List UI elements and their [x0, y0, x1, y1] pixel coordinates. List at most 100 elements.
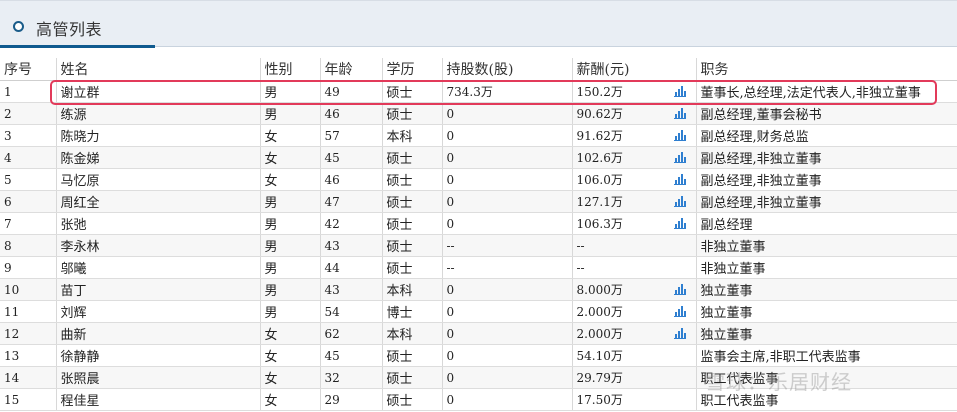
- bar-chart-icon[interactable]: [673, 130, 686, 141]
- row-shares: 0: [442, 190, 573, 213]
- row-name[interactable]: 曲新: [56, 322, 261, 345]
- row-education: 硕士: [382, 366, 443, 389]
- row-age: 43: [320, 234, 383, 257]
- row-age: 47: [320, 190, 383, 213]
- bar-chart-icon[interactable]: [673, 108, 686, 119]
- salary-value: 90.62万: [576, 107, 623, 121]
- row-age: 45: [320, 146, 383, 169]
- row-salary: 29.79万: [572, 366, 697, 389]
- table-row: 4 陈金娣女 45 硕士 0 102.6万 副总经理,非独立董事: [0, 146, 957, 169]
- row-salary: 8.000万: [572, 278, 697, 301]
- row-age: 62: [320, 322, 383, 345]
- bar-chart-icon[interactable]: [673, 284, 686, 295]
- row-age: 43: [320, 278, 383, 301]
- bar-chart-icon[interactable]: [673, 86, 686, 97]
- col-header-age[interactable]: 年龄: [320, 58, 383, 81]
- row-age: 57: [320, 124, 383, 147]
- row-education: 硕士: [382, 146, 443, 169]
- row-shares: 734.3万: [442, 80, 573, 103]
- row-name[interactable]: 周红全: [56, 190, 261, 213]
- table-row: 9 邬曦男 44 硕士 -- -- 非独立董事: [0, 256, 957, 279]
- row-salary: --: [572, 234, 697, 257]
- row-name[interactable]: 刘辉: [56, 300, 261, 323]
- row-shares: 0: [442, 146, 573, 169]
- salary-value: --: [576, 238, 585, 253]
- row-number: 5: [0, 168, 57, 191]
- row-gender: 男: [260, 102, 321, 125]
- bar-chart-icon[interactable]: [673, 306, 686, 317]
- col-header-position[interactable]: 职务: [696, 58, 957, 81]
- row-education: 本科: [382, 278, 443, 301]
- row-name[interactable]: 徐静静: [56, 344, 261, 367]
- row-number: 9: [0, 256, 57, 279]
- col-header-gender[interactable]: 性别: [260, 58, 321, 81]
- bar-chart-icon[interactable]: [673, 174, 686, 185]
- row-name[interactable]: 苗丁: [56, 278, 261, 301]
- table-row: 10 苗丁男 43 本科 0 8.000万 独立董事: [0, 278, 957, 301]
- row-number: 6: [0, 190, 57, 213]
- table-row: 2 练源男 46 硕士 0 90.62万 副总经理,董事会秘书: [0, 102, 957, 125]
- row-position: 副总经理,财务总监: [696, 124, 957, 147]
- row-age: 49: [320, 80, 383, 103]
- col-header-education[interactable]: 学历: [382, 58, 443, 81]
- row-name[interactable]: 练源: [56, 102, 261, 125]
- row-education: 硕士: [382, 80, 443, 103]
- row-position: 非独立董事: [696, 256, 957, 279]
- row-name[interactable]: 程佳星: [56, 388, 261, 411]
- row-salary: 17.50万: [572, 388, 697, 411]
- row-age: 42: [320, 212, 383, 235]
- row-shares: 0: [442, 366, 573, 389]
- row-name[interactable]: 邬曦: [56, 256, 261, 279]
- bar-chart-icon[interactable]: [673, 152, 686, 163]
- row-gender: 男: [260, 234, 321, 257]
- row-gender: 女: [260, 344, 321, 367]
- row-gender: 男: [260, 80, 321, 103]
- bar-chart-icon[interactable]: [673, 218, 686, 229]
- watermark: 雪球：乐居财经: [705, 370, 852, 394]
- row-name[interactable]: 张弛: [56, 212, 261, 235]
- table-row: 5 马忆原女 46 硕士 0 106.0万 副总经理,非独立董事: [0, 168, 957, 191]
- salary-value: 106.3万: [576, 217, 623, 231]
- salary-value: 150.2万: [576, 85, 623, 99]
- salary-value: 106.0万: [576, 173, 623, 187]
- row-education: 硕士: [382, 102, 443, 125]
- bar-chart-icon[interactable]: [673, 196, 686, 207]
- row-number: 11: [0, 300, 57, 323]
- bar-chart-icon[interactable]: [673, 328, 686, 339]
- header-accent-bar: [0, 45, 155, 48]
- row-age: 45: [320, 344, 383, 367]
- row-name[interactable]: 马忆原: [56, 168, 261, 191]
- col-header-no[interactable]: 序号: [0, 58, 57, 81]
- row-gender: 女: [260, 322, 321, 345]
- col-header-shares[interactable]: 持股数(股): [442, 58, 573, 81]
- row-age: 46: [320, 168, 383, 191]
- row-position: 独立董事: [696, 300, 957, 323]
- table-row: 3 陈晓力女 57 本科 0 91.62万 副总经理,财务总监: [0, 124, 957, 147]
- row-education: 本科: [382, 124, 443, 147]
- row-name[interactable]: 李永林: [56, 234, 261, 257]
- row-education: 硕士: [382, 344, 443, 367]
- row-salary: 150.2万: [572, 80, 697, 103]
- row-gender: 男: [260, 278, 321, 301]
- row-name[interactable]: 谢立群: [56, 80, 261, 103]
- row-position: 副总经理,非独立董事: [696, 168, 957, 191]
- table-row: 12 曲新女 62 本科 0 2.000万 独立董事: [0, 322, 957, 345]
- row-age: 29: [320, 388, 383, 411]
- row-name[interactable]: 张照晨: [56, 366, 261, 389]
- row-gender: 女: [260, 366, 321, 389]
- row-name[interactable]: 陈金娣: [56, 146, 261, 169]
- row-age: 32: [320, 366, 383, 389]
- row-position: 监事会主席,非职工代表监事: [696, 344, 957, 367]
- row-number: 13: [0, 344, 57, 367]
- row-number: 15: [0, 388, 57, 411]
- row-shares: 0: [442, 300, 573, 323]
- row-salary: 102.6万: [572, 146, 697, 169]
- salary-value: --: [576, 260, 585, 275]
- row-name[interactable]: 陈晓力: [56, 124, 261, 147]
- row-number: 2: [0, 102, 57, 125]
- row-salary: 106.3万: [572, 212, 697, 235]
- row-education: 硕士: [382, 190, 443, 213]
- row-education: 硕士: [382, 234, 443, 257]
- col-header-name[interactable]: 姓名: [56, 58, 261, 81]
- col-header-salary[interactable]: 薪酬(元): [572, 58, 697, 81]
